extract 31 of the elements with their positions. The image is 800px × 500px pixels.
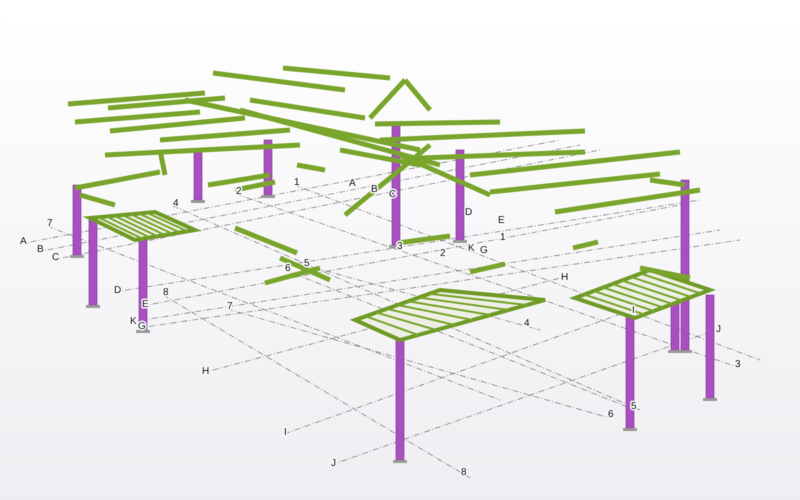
grid-label: 1	[500, 232, 506, 243]
grid-label: D	[114, 285, 122, 296]
grid-label: A	[20, 236, 27, 247]
grid-label: 7	[227, 301, 233, 312]
grid-label: H	[561, 272, 568, 283]
grid-label: 6	[285, 263, 291, 274]
grid-label: 8	[461, 467, 467, 478]
grid-label: G	[138, 321, 146, 332]
grid-label: K	[130, 316, 137, 327]
grid-label: H	[202, 366, 210, 377]
grid-label: I	[632, 305, 635, 316]
grid-label: A	[349, 178, 356, 189]
grid-label: C	[52, 252, 60, 263]
grid-label: B	[37, 244, 44, 255]
grid-label: 5	[304, 258, 310, 269]
grid-label: 3	[735, 359, 741, 370]
grid-label: 1	[294, 177, 300, 188]
grid-label: 8	[163, 287, 169, 298]
grid-label: B	[371, 184, 378, 195]
grid-label: 4	[173, 198, 179, 209]
grid-label: E	[498, 215, 505, 226]
grid-label: J	[331, 458, 336, 469]
grid-label: 6	[608, 409, 614, 420]
grid-label: J	[716, 324, 721, 335]
grid-label: I	[284, 427, 287, 438]
grid-label: D	[465, 207, 472, 218]
grid-label: 2	[440, 248, 446, 259]
grid-label: 4	[524, 318, 530, 329]
grid-label: G	[480, 245, 488, 256]
grid-label: 7	[47, 218, 53, 229]
grid-label: K	[468, 243, 475, 254]
